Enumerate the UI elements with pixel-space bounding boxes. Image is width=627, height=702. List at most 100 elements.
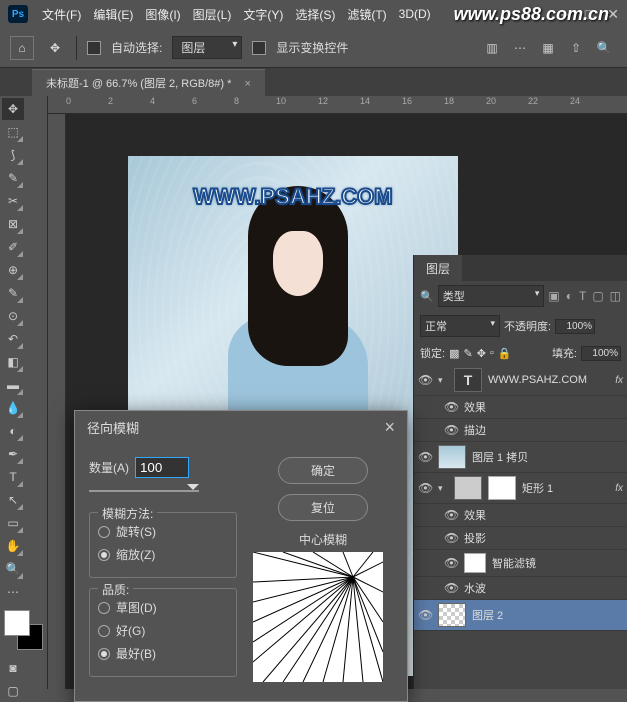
move-tool[interactable]: ✥ bbox=[2, 98, 24, 120]
align-icon[interactable]: ▥ bbox=[479, 35, 505, 61]
type-tool[interactable]: T bbox=[2, 466, 24, 488]
menu-edit[interactable]: 编辑(E) bbox=[87, 6, 139, 23]
gradient-tool[interactable]: ▬ bbox=[2, 374, 24, 396]
visibility-icon[interactable]: 👁 bbox=[444, 423, 458, 437]
visibility-icon[interactable]: 👁 bbox=[444, 508, 458, 522]
quick-select-tool[interactable]: ✎ bbox=[2, 167, 24, 189]
marquee-tool[interactable]: ⬚ bbox=[2, 121, 24, 143]
3d-mode-icon[interactable]: ▦ bbox=[535, 35, 561, 61]
foreground-color[interactable] bbox=[4, 610, 30, 636]
filter-adjust-icon[interactable]: ◐ bbox=[566, 289, 573, 303]
lock-all-icon[interactable]: 🔒 bbox=[498, 347, 512, 360]
layer-effect[interactable]: 👁 投影 bbox=[414, 527, 627, 550]
blur-tool[interactable]: 💧 bbox=[2, 397, 24, 419]
fx-badge[interactable]: fx bbox=[615, 483, 623, 494]
quality-best-radio[interactable] bbox=[98, 648, 110, 660]
visibility-icon[interactable]: 👁 bbox=[418, 608, 432, 622]
blur-center-preview[interactable] bbox=[253, 552, 383, 682]
amount-slider[interactable] bbox=[89, 484, 199, 498]
fx-badge[interactable]: fx bbox=[615, 375, 623, 386]
auto-select-target-dropdown[interactable]: 图层 bbox=[172, 36, 242, 59]
tab-close-icon[interactable]: × bbox=[244, 78, 250, 90]
menu-type[interactable]: 文字(Y) bbox=[237, 6, 289, 23]
layer-effect[interactable]: 👁 描边 bbox=[414, 419, 627, 442]
eraser-tool[interactable]: ◧ bbox=[2, 351, 24, 373]
visibility-icon[interactable]: 👁 bbox=[444, 556, 458, 570]
filter-shape-icon[interactable]: ▢ bbox=[592, 289, 603, 303]
color-swatches[interactable] bbox=[4, 610, 43, 650]
smart-filter-item[interactable]: 👁 智能滤镜 bbox=[414, 550, 627, 577]
menu-select[interactable]: 选择(S) bbox=[289, 6, 341, 23]
frame-tool[interactable]: ⊠ bbox=[2, 213, 24, 235]
disclosure-icon[interactable]: ▾ bbox=[438, 375, 448, 386]
blend-mode-dropdown[interactable]: 正常 bbox=[420, 315, 500, 337]
filter-pixel-icon[interactable]: ▣ bbox=[548, 289, 559, 303]
dodge-tool[interactable]: ◐ bbox=[2, 420, 24, 442]
lock-pixels-icon[interactable]: ▩ bbox=[449, 347, 459, 360]
visibility-icon[interactable]: 👁 bbox=[418, 481, 432, 495]
quality-draft-radio[interactable] bbox=[98, 602, 110, 614]
visibility-icon[interactable]: 👁 bbox=[418, 373, 432, 387]
fill-input[interactable]: 100% bbox=[581, 346, 621, 361]
menu-3d[interactable]: 3D(D) bbox=[393, 7, 437, 21]
screenmode-tool[interactable]: ▢ bbox=[2, 680, 24, 702]
page-watermark: www.ps88.com.cn bbox=[454, 4, 609, 25]
dialog-titlebar[interactable]: 径向模糊 × bbox=[75, 411, 407, 443]
crop-tool[interactable]: ✂ bbox=[2, 190, 24, 212]
auto-select-checkbox[interactable] bbox=[87, 41, 101, 55]
home-icon[interactable]: ⌂ bbox=[10, 36, 34, 60]
visibility-icon[interactable]: 👁 bbox=[444, 400, 458, 414]
edit-toolbar[interactable]: ⋯ bbox=[2, 581, 24, 603]
layer-effect[interactable]: 👁 效果 bbox=[414, 396, 627, 419]
show-transform-checkbox[interactable] bbox=[252, 41, 266, 55]
layer-item[interactable]: 👁 ▾ 矩形 1 fx bbox=[414, 473, 627, 504]
visibility-icon[interactable]: 👁 bbox=[444, 531, 458, 545]
shape-tool[interactable]: ▭ bbox=[2, 512, 24, 534]
history-brush-tool[interactable]: ↶ bbox=[2, 328, 24, 350]
filter-smart-icon[interactable]: ◫ bbox=[610, 289, 621, 303]
lock-position-icon[interactable]: ✎ bbox=[463, 347, 472, 360]
menu-filter[interactable]: 滤镜(T) bbox=[341, 6, 392, 23]
document-tab[interactable]: 未标题-1 @ 66.7% (图层 2, RGB/8#) * × bbox=[32, 69, 265, 96]
menu-file[interactable]: 文件(F) bbox=[36, 6, 87, 23]
visibility-icon[interactable]: 👁 bbox=[418, 450, 432, 464]
filter-type-icon[interactable]: T bbox=[579, 289, 586, 303]
cancel-button[interactable]: 复位 bbox=[278, 494, 368, 521]
quality-good-radio[interactable] bbox=[98, 625, 110, 637]
filter-mask-thumbnail bbox=[464, 553, 486, 573]
lasso-tool[interactable]: ⟆ bbox=[2, 144, 24, 166]
path-select-tool[interactable]: ↖ bbox=[2, 489, 24, 511]
layer-item[interactable]: 👁 图层 2 bbox=[414, 600, 627, 631]
share-icon[interactable]: ⇧ bbox=[563, 35, 589, 61]
hand-tool[interactable]: ✋ bbox=[2, 535, 24, 557]
lock-nest-icon[interactable]: ▫ bbox=[490, 347, 494, 359]
blur-method-spin-radio[interactable] bbox=[98, 526, 110, 538]
layer-filter-dropdown[interactable]: 类型 bbox=[438, 285, 545, 307]
layer-item[interactable]: 👁 ▾ T WWW.PSAHZ.COM fx bbox=[414, 365, 627, 396]
ruler-mark: 2 bbox=[108, 96, 150, 113]
layers-tab[interactable]: 图层 bbox=[414, 255, 462, 281]
menu-layer[interactable]: 图层(L) bbox=[187, 6, 238, 23]
search-icon[interactable]: 🔍 bbox=[591, 35, 617, 61]
quickmask-tool[interactable]: ◙ bbox=[2, 657, 24, 679]
dialog-close-icon[interactable]: × bbox=[384, 417, 395, 438]
opacity-input[interactable]: 100% bbox=[555, 319, 595, 334]
pen-tool[interactable]: ✒ bbox=[2, 443, 24, 465]
layer-effect[interactable]: 👁 水波 bbox=[414, 577, 627, 600]
stamp-tool[interactable]: ⊙ bbox=[2, 305, 24, 327]
amount-input[interactable] bbox=[135, 457, 189, 478]
close-icon[interactable]: ✕ bbox=[607, 6, 619, 23]
visibility-icon[interactable]: 👁 bbox=[444, 581, 458, 595]
healing-tool[interactable]: ⊕ bbox=[2, 259, 24, 281]
lock-artboard-icon[interactable]: ✥ bbox=[477, 347, 486, 360]
menu-image[interactable]: 图像(I) bbox=[139, 6, 186, 23]
layer-effect[interactable]: 👁 效果 bbox=[414, 504, 627, 527]
brush-tool[interactable]: ✎ bbox=[2, 282, 24, 304]
disclosure-icon[interactable]: ▾ bbox=[438, 483, 448, 494]
blur-method-zoom-radio[interactable] bbox=[98, 549, 110, 561]
layer-item[interactable]: 👁 图层 1 拷贝 bbox=[414, 442, 627, 473]
zoom-tool[interactable]: 🔍 bbox=[2, 558, 24, 580]
ok-button[interactable]: 确定 bbox=[278, 457, 368, 484]
eyedropper-tool[interactable]: ✐ bbox=[2, 236, 24, 258]
more-icon[interactable]: ⋯ bbox=[507, 35, 533, 61]
